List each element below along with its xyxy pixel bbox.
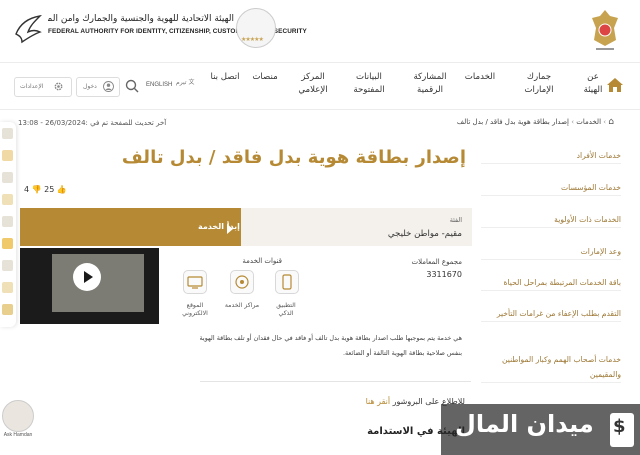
- arrow-right-icon: [227, 224, 233, 234]
- start-service-button[interactable]: إبدأ الخدمة: [198, 222, 240, 231]
- login-button[interactable]: دخول: [76, 77, 120, 97]
- category-label: الفئة: [449, 216, 462, 224]
- rating-counts: 4 👎 25 👍: [24, 185, 67, 194]
- sidebar-item-individuals[interactable]: خدمات الأفراد: [481, 148, 621, 164]
- nav-platforms[interactable]: منصات: [250, 71, 280, 84]
- channels-title: قنوات الخدمة: [242, 257, 282, 265]
- settings-button[interactable]: الإعدادات: [14, 77, 72, 97]
- sidebar-item-determination[interactable]: خدمات أصحاب الهمم وكبار المواطنين والمقي…: [481, 352, 621, 383]
- star-rating: ★★★★★: [241, 36, 264, 43]
- category-panel: [241, 208, 472, 246]
- settings-label: الإعدادات: [20, 83, 44, 90]
- website-icon[interactable]: [183, 270, 207, 294]
- channel-label-app: التطبيق الذكي: [276, 302, 296, 317]
- brochure-link[interactable]: أنقر هنا: [366, 397, 391, 406]
- nav-about[interactable]: عن الهيئة: [580, 71, 606, 97]
- translate-icon: 文: [188, 79, 195, 86]
- chatbot-label: Ask Hamdan: [3, 432, 33, 438]
- badge-350-icon[interactable]: [2, 238, 13, 249]
- rating-icon[interactable]: [2, 194, 13, 205]
- like-count: 25: [44, 185, 55, 194]
- gear-icon: [54, 82, 63, 91]
- lang-secondary-label: تيرم: [176, 79, 187, 86]
- thumbs-down-icon[interactable]: 👎: [32, 185, 42, 194]
- breadcrumb-home-icon[interactable]: ⌂: [608, 117, 614, 127]
- main-nav: عن الهيئة جمارك الإمارات الخدمات المشارك…: [0, 62, 640, 110]
- breadcrumb: ⌂ › الخدمات › إصدار بطاقة هوية بدل فاقد …: [457, 117, 614, 127]
- page-title: إصدار بطاقة هوية بدل فاقد / بدل تالف: [121, 147, 466, 168]
- sidebar-item-uae-promise[interactable]: وعد الإمارات: [481, 244, 621, 260]
- breadcrumb-current: إصدار بطاقة هوية بدل فاقد / بدل تالف: [456, 118, 569, 126]
- channel-label-center: مراكز الخدمة: [224, 302, 260, 309]
- search-icon[interactable]: [125, 79, 139, 93]
- language-switch[interactable]: 文 تيرم: [176, 77, 194, 86]
- lang-english-link[interactable]: ENGLISH: [146, 82, 172, 88]
- sidebar-item-life-stages[interactable]: باقة الخدمات المرتبطة بمراحل الحياة: [481, 275, 621, 291]
- login-label: دخول: [83, 83, 97, 90]
- falcon-logo-icon: [15, 14, 42, 44]
- home-icon[interactable]: [606, 77, 624, 93]
- service-center-icon[interactable]: [230, 270, 254, 294]
- divider: [200, 381, 471, 382]
- category-value: مقيم- مواطن خليجي: [387, 229, 462, 239]
- read-aloud-icon[interactable]: [2, 260, 13, 271]
- last-updated: آخر تحديث للصفحة تم في :26/03/2024 - 13:…: [18, 119, 167, 127]
- transactions-label: مجموع المعاملات: [411, 258, 462, 266]
- uae-emblem-icon: [592, 10, 618, 50]
- share-icon[interactable]: [2, 150, 13, 161]
- accessibility-toolbar: [0, 122, 16, 327]
- nav-customs[interactable]: جمارك الإمارات: [512, 71, 566, 97]
- service-description: هي خدمة يتم بموجبها طلب اصدار بطاقة هوية…: [199, 334, 462, 357]
- site-header: الهيئة الاتحادية للهوية والجنسية والجمار…: [0, 0, 640, 62]
- accessibility-icon[interactable]: [2, 282, 13, 293]
- authority-name-ar: الهيئة الاتحادية للهوية والجنسية والجمار…: [48, 14, 234, 24]
- chatbot-avatar[interactable]: [2, 400, 34, 432]
- channel-label-website: الموقع الالكتروني: [182, 302, 208, 317]
- play-icon: [84, 271, 93, 283]
- sidebar-item-priority[interactable]: الخدمات ذات الأولوية: [481, 212, 621, 228]
- user-icon: [103, 81, 114, 92]
- notification-icon[interactable]: [2, 304, 13, 315]
- watermark-text: ميدان المال: [455, 410, 594, 438]
- dollar-icon: $: [613, 416, 626, 437]
- nav-media-center[interactable]: المركز الإعلامي: [290, 71, 336, 97]
- print-icon[interactable]: [2, 128, 13, 139]
- nav-services[interactable]: الخدمات: [460, 71, 500, 84]
- nav-contact[interactable]: اتصل بنا: [210, 71, 240, 84]
- sidebar-item-organizations[interactable]: خدمات المؤسسات: [481, 180, 621, 196]
- transactions-count: 3311670: [426, 270, 462, 279]
- thumbs-up-icon[interactable]: 👍: [57, 185, 67, 194]
- nav-open-data[interactable]: البيانات المفتوحة: [342, 71, 396, 97]
- nav-digital-participation[interactable]: المشاركة الرقمية: [404, 71, 456, 97]
- font-size-icon[interactable]: [2, 172, 13, 183]
- sidebar-item-fine-exemption[interactable]: التقدم بطلب الإعفاء من غرامات التأخير: [481, 306, 621, 322]
- breadcrumb-sep: ›: [601, 118, 607, 126]
- breadcrumb-sep: ›: [569, 118, 575, 126]
- contrast-icon[interactable]: [2, 216, 13, 227]
- smart-app-icon[interactable]: [275, 270, 299, 294]
- dislike-count: 4: [24, 185, 30, 194]
- ica-logo[interactable]: الهيئة الاتحادية للهوية والجنسية والجمار…: [14, 8, 307, 48]
- breadcrumb-services[interactable]: الخدمات: [576, 118, 601, 126]
